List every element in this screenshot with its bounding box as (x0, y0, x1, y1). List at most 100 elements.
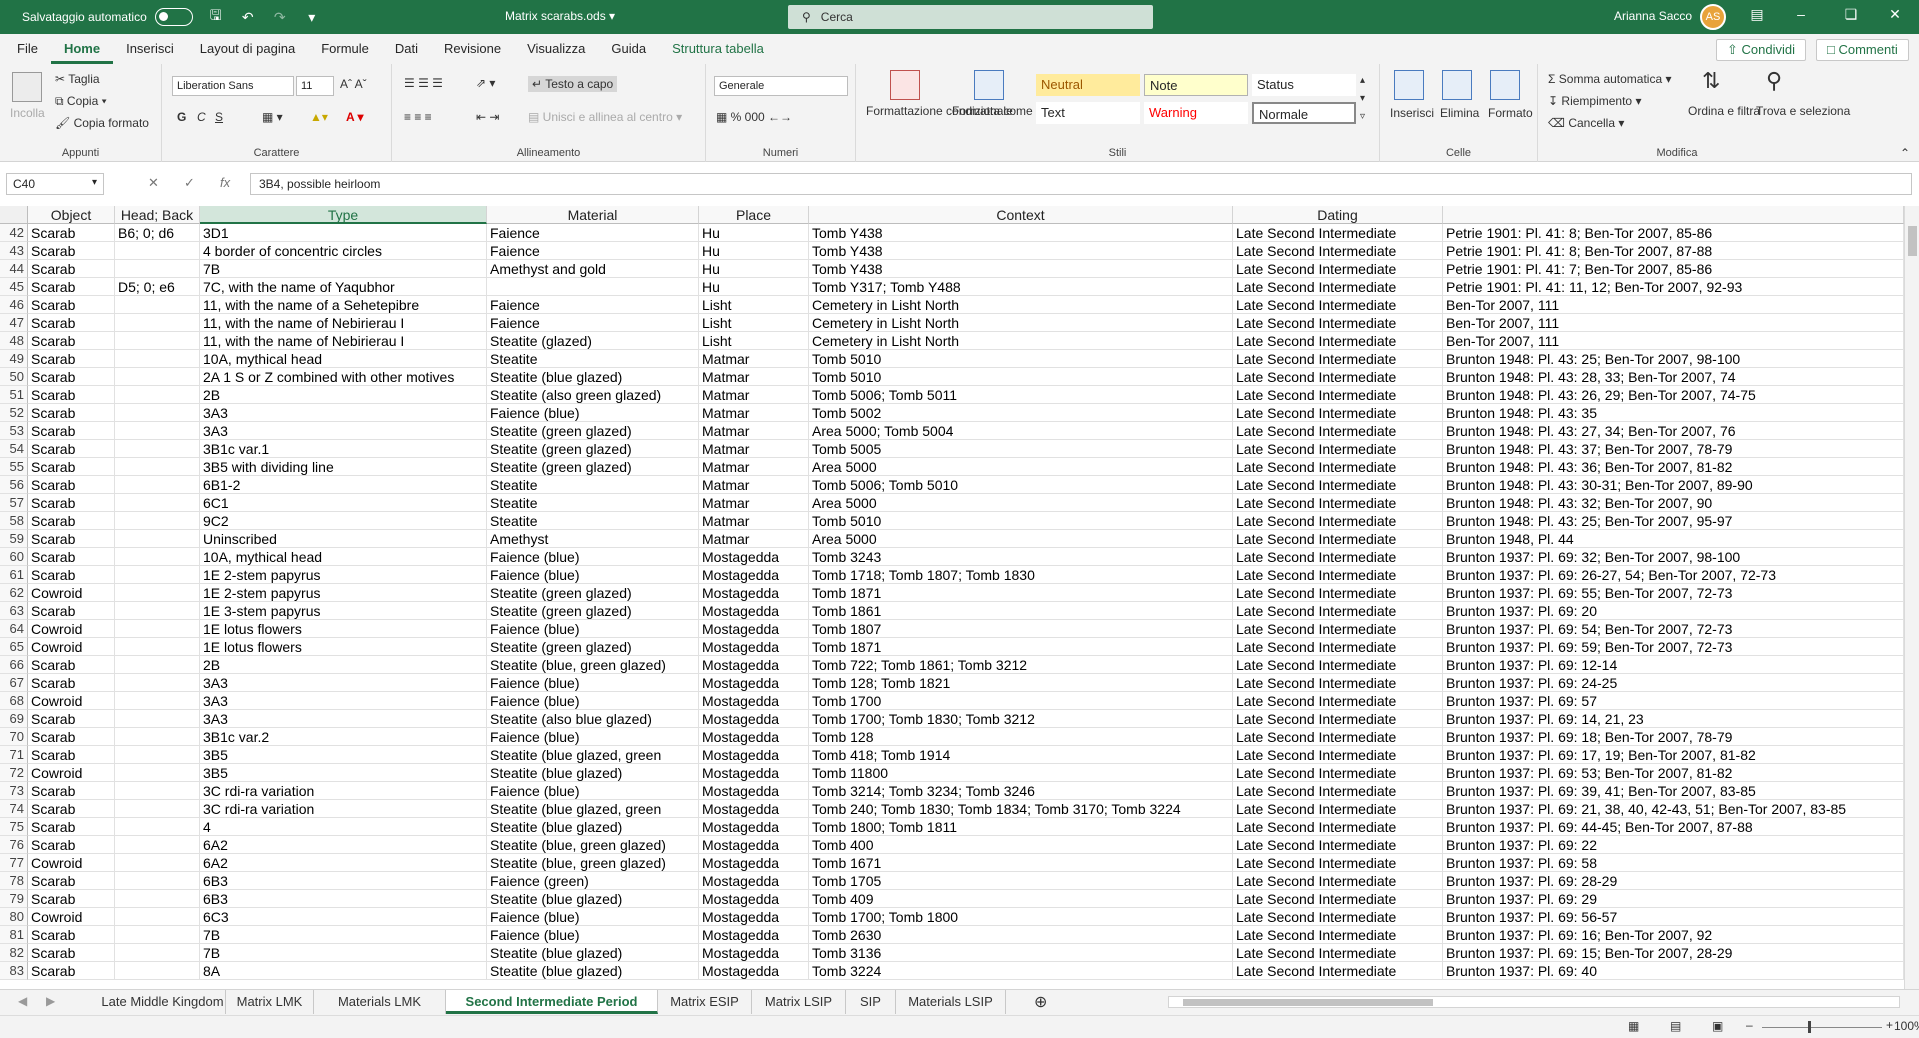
cell-type[interactable]: 7B (200, 260, 487, 278)
column-header-material[interactable]: Material (487, 206, 699, 224)
cell-material[interactable]: Faience (blue) (487, 566, 699, 584)
format-cells-button[interactable]: Formato (1488, 106, 1533, 120)
horizontal-scrollbar[interactable] (1168, 996, 1900, 1008)
cell-context[interactable]: Tomb Y438 (809, 224, 1233, 242)
normal-view-icon[interactable]: ▦ (1628, 1019, 1639, 1033)
cell-dating[interactable]: Late Second Intermediate (1233, 638, 1443, 656)
cell-object[interactable]: Scarab (28, 926, 115, 944)
customize-qat-icon[interactable]: ▾ (303, 9, 321, 26)
cell-place[interactable]: Mostagedda (699, 638, 809, 656)
page-layout-view-icon[interactable]: ▤ (1670, 1019, 1681, 1033)
cell-context[interactable]: Tomb 1700; Tomb 1830; Tomb 3212 (809, 710, 1233, 728)
cell-material[interactable]: Faience (blue) (487, 404, 699, 422)
cell-head-back[interactable] (115, 458, 200, 476)
cell-context[interactable]: Tomb Y438 (809, 260, 1233, 278)
cell-material[interactable]: Steatite (blue, green glazed) (487, 836, 699, 854)
cell-head-back[interactable] (115, 692, 200, 710)
cell-reference[interactable]: Brunton 1948: Pl. 43: 30-31; Ben-Tor 200… (1443, 476, 1904, 494)
cell-material[interactable]: Steatite (also green glazed) (487, 386, 699, 404)
cell-place[interactable]: Mostagedda (699, 944, 809, 962)
cell-dating[interactable]: Late Second Intermediate (1233, 530, 1443, 548)
tab-view[interactable]: Visualizza (514, 34, 598, 64)
cell-context[interactable]: Tomb 128; Tomb 1821 (809, 674, 1233, 692)
row-header[interactable]: 64 (0, 620, 28, 638)
cell-reference[interactable]: Brunton 1948: Pl. 43: 26, 29; Ben-Tor 20… (1443, 386, 1904, 404)
cell-place[interactable]: Mostagedda (699, 674, 809, 692)
indent-icon[interactable]: ⇤ ⇥ (476, 110, 499, 124)
cell-material[interactable]: Faience (487, 314, 699, 332)
cell-object[interactable]: Scarab (28, 944, 115, 962)
cell-dating[interactable]: Late Second Intermediate (1233, 782, 1443, 800)
cell-place[interactable]: Mostagedda (699, 962, 809, 980)
document-title[interactable]: Matrix scarabs.ods ▾ (505, 9, 615, 23)
column-header-context[interactable]: Context (809, 206, 1233, 224)
cell-type[interactable]: 6A2 (200, 854, 487, 872)
comments-button[interactable]: □ Commenti (1816, 39, 1909, 61)
cell-material[interactable]: Steatite (487, 512, 699, 530)
cell-dating[interactable]: Late Second Intermediate (1233, 548, 1443, 566)
row-header[interactable]: 55 (0, 458, 28, 476)
tab-data[interactable]: Dati (382, 34, 431, 64)
cell-dating[interactable]: Late Second Intermediate (1233, 962, 1443, 980)
cell-type[interactable]: Uninscribed (200, 530, 487, 548)
cell-context[interactable]: Tomb 11800 (809, 764, 1233, 782)
cell-place[interactable]: Mostagedda (699, 890, 809, 908)
restore-icon[interactable]: ❏ (1836, 6, 1866, 23)
cell-head-back[interactable] (115, 656, 200, 674)
cell-object[interactable]: Scarab (28, 476, 115, 494)
format-cells-icon[interactable] (1490, 70, 1520, 100)
cell-head-back[interactable] (115, 368, 200, 386)
row-header[interactable]: 45 (0, 278, 28, 296)
cell-head-back[interactable] (115, 242, 200, 260)
cell-head-back[interactable] (115, 296, 200, 314)
cell-reference[interactable]: Brunton 1948: Pl. 43: 28, 33; Ben-Tor 20… (1443, 368, 1904, 386)
cell-context[interactable]: Cemetery in Lisht North (809, 314, 1233, 332)
cell-material[interactable]: Faience (blue) (487, 908, 699, 926)
row-header[interactable]: 48 (0, 332, 28, 350)
cell-object[interactable]: Scarab (28, 602, 115, 620)
cell-head-back[interactable] (115, 854, 200, 872)
insert-cells-icon[interactable] (1394, 70, 1424, 100)
cell-context[interactable]: Tomb 1700; Tomb 1800 (809, 908, 1233, 926)
cell-dating[interactable]: Late Second Intermediate (1233, 332, 1443, 350)
cell-dating[interactable]: Late Second Intermediate (1233, 368, 1443, 386)
cell-reference[interactable]: Brunton 1937: Pl. 69: 21, 38, 40, 42-43,… (1443, 800, 1904, 818)
row-header[interactable]: 79 (0, 890, 28, 908)
style-text[interactable]: Text (1036, 102, 1140, 124)
cell-reference[interactable]: Brunton 1948: Pl. 43: 32; Ben-Tor 2007, … (1443, 494, 1904, 512)
cell-dating[interactable]: Late Second Intermediate (1233, 710, 1443, 728)
cell-material[interactable]: Steatite (green glazed) (487, 440, 699, 458)
cell-type[interactable]: 3B1c var.1 (200, 440, 487, 458)
cell-context[interactable]: Tomb 5006; Tomb 5011 (809, 386, 1233, 404)
cell-reference[interactable]: Brunton 1948, Pl. 44 (1443, 530, 1904, 548)
row-header[interactable]: 67 (0, 674, 28, 692)
cell-head-back[interactable] (115, 674, 200, 692)
cell-dating[interactable]: Late Second Intermediate (1233, 854, 1443, 872)
cell-material[interactable]: Amethyst (487, 530, 699, 548)
row-header[interactable]: 43 (0, 242, 28, 260)
cell-type[interactable]: 3B1c var.2 (200, 728, 487, 746)
cell-dating[interactable]: Late Second Intermediate (1233, 692, 1443, 710)
find-select-button[interactable]: Trova e seleziona (1756, 104, 1850, 118)
cell-reference[interactable]: Brunton 1948: Pl. 43: 27, 34; Ben-Tor 20… (1443, 422, 1904, 440)
cell-type[interactable]: 10A, mythical head (200, 548, 487, 566)
clear-button[interactable]: ⌫ Cancella ▾ (1548, 116, 1624, 130)
cell-context[interactable]: Tomb Y438 (809, 242, 1233, 260)
underline-button[interactable]: S (215, 110, 223, 124)
cell-object[interactable]: Scarab (28, 242, 115, 260)
cell-type[interactable]: 10A, mythical head (200, 350, 487, 368)
cell-head-back[interactable] (115, 314, 200, 332)
cell-context[interactable]: Cemetery in Lisht North (809, 332, 1233, 350)
column-header-head-back[interactable]: Head; Back (115, 206, 200, 224)
cell-place[interactable]: Mostagedda (699, 818, 809, 836)
cell-head-back[interactable] (115, 494, 200, 512)
cell-dating[interactable]: Late Second Intermediate (1233, 764, 1443, 782)
cell-reference[interactable]: Petrie 1901: Pl. 41: 8; Ben-Tor 2007, 85… (1443, 224, 1904, 242)
cell-type[interactable]: 3B5 (200, 764, 487, 782)
row-header[interactable]: 80 (0, 908, 28, 926)
cell-head-back[interactable] (115, 440, 200, 458)
cell-reference[interactable]: Brunton 1937: Pl. 69: 55; Ben-Tor 2007, … (1443, 584, 1904, 602)
insert-function-icon[interactable]: fx (220, 175, 230, 190)
cell-context[interactable]: Tomb 5010 (809, 512, 1233, 530)
cell-type[interactable]: 3A3 (200, 692, 487, 710)
